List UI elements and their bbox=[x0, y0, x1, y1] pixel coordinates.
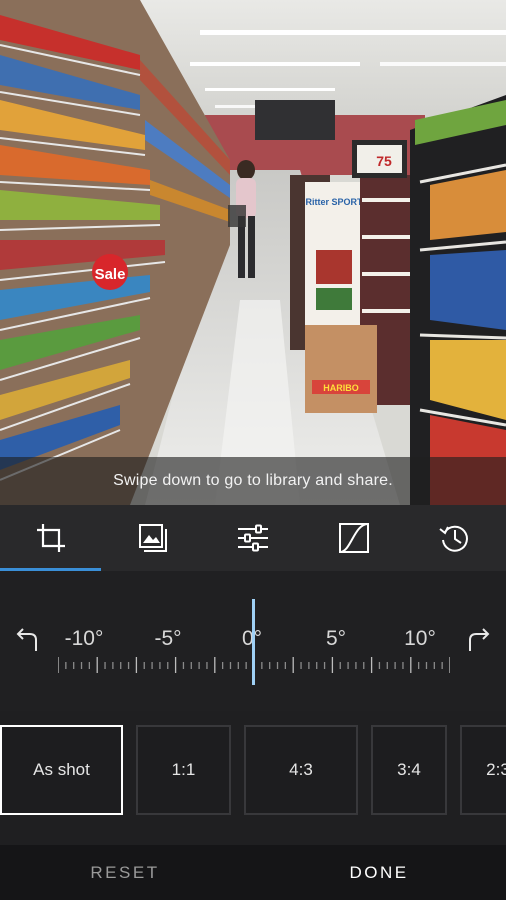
photo-preview[interactable]: Sale Ritter SPORT 75 HARIBO Swipe down t… bbox=[0, 0, 506, 505]
curve-icon bbox=[339, 523, 370, 553]
done-button[interactable]: DONE bbox=[314, 845, 444, 900]
ritter-sport-label: Ritter SPORT bbox=[305, 197, 363, 207]
dial-label-5: 5° bbox=[325, 627, 347, 650]
reset-button[interactable]: RESET bbox=[60, 845, 190, 900]
tab-curves[interactable] bbox=[304, 505, 405, 571]
tab-history[interactable] bbox=[405, 505, 506, 571]
action-bar: RESET DONE bbox=[0, 845, 506, 900]
price-sign-label: 75 bbox=[376, 153, 392, 169]
tab-crop[interactable] bbox=[0, 505, 102, 571]
rotate-left-button[interactable] bbox=[8, 619, 48, 659]
straighten-dial[interactable]: -10° -5° 0° 5° 10° bbox=[0, 571, 506, 711]
swipe-hint-text: Swipe down to go to library and share. bbox=[113, 472, 393, 489]
sale-sign-label: Sale bbox=[95, 266, 126, 283]
aspect-2-3[interactable]: 2:3 bbox=[460, 725, 506, 815]
haribo-label: HARIBO bbox=[323, 383, 359, 393]
history-icon bbox=[439, 525, 469, 552]
tab-adjust[interactable] bbox=[202, 505, 303, 571]
dial-label-10: 10° bbox=[404, 627, 436, 650]
aspect-ratio-options: As shot 1:1 4:3 3:4 2:3 bbox=[0, 723, 506, 819]
sliders-icon bbox=[238, 524, 268, 552]
swipe-hint-bar: Swipe down to go to library and share. bbox=[0, 457, 506, 505]
aspect-3-4[interactable]: 3:4 bbox=[371, 725, 447, 815]
aspect-as-shot[interactable]: As shot bbox=[0, 725, 123, 815]
tool-tabs bbox=[0, 505, 506, 571]
aspect-4-3[interactable]: 4:3 bbox=[244, 725, 358, 815]
rotate-left-icon bbox=[16, 628, 37, 651]
dial-indicator bbox=[252, 599, 255, 685]
photo-stack-icon bbox=[138, 524, 167, 552]
dial-label-minus-10: -10° bbox=[64, 627, 104, 650]
dial-label-minus-5: -5° bbox=[154, 627, 182, 650]
supermarket-aisle-image: Sale Ritter SPORT 75 HARIBO bbox=[0, 0, 506, 505]
rotate-right-button[interactable] bbox=[458, 619, 498, 659]
crop-icon bbox=[36, 524, 65, 552]
rotate-right-icon bbox=[469, 628, 490, 651]
aspect-1-1[interactable]: 1:1 bbox=[136, 725, 231, 815]
tab-looks[interactable] bbox=[101, 505, 202, 571]
